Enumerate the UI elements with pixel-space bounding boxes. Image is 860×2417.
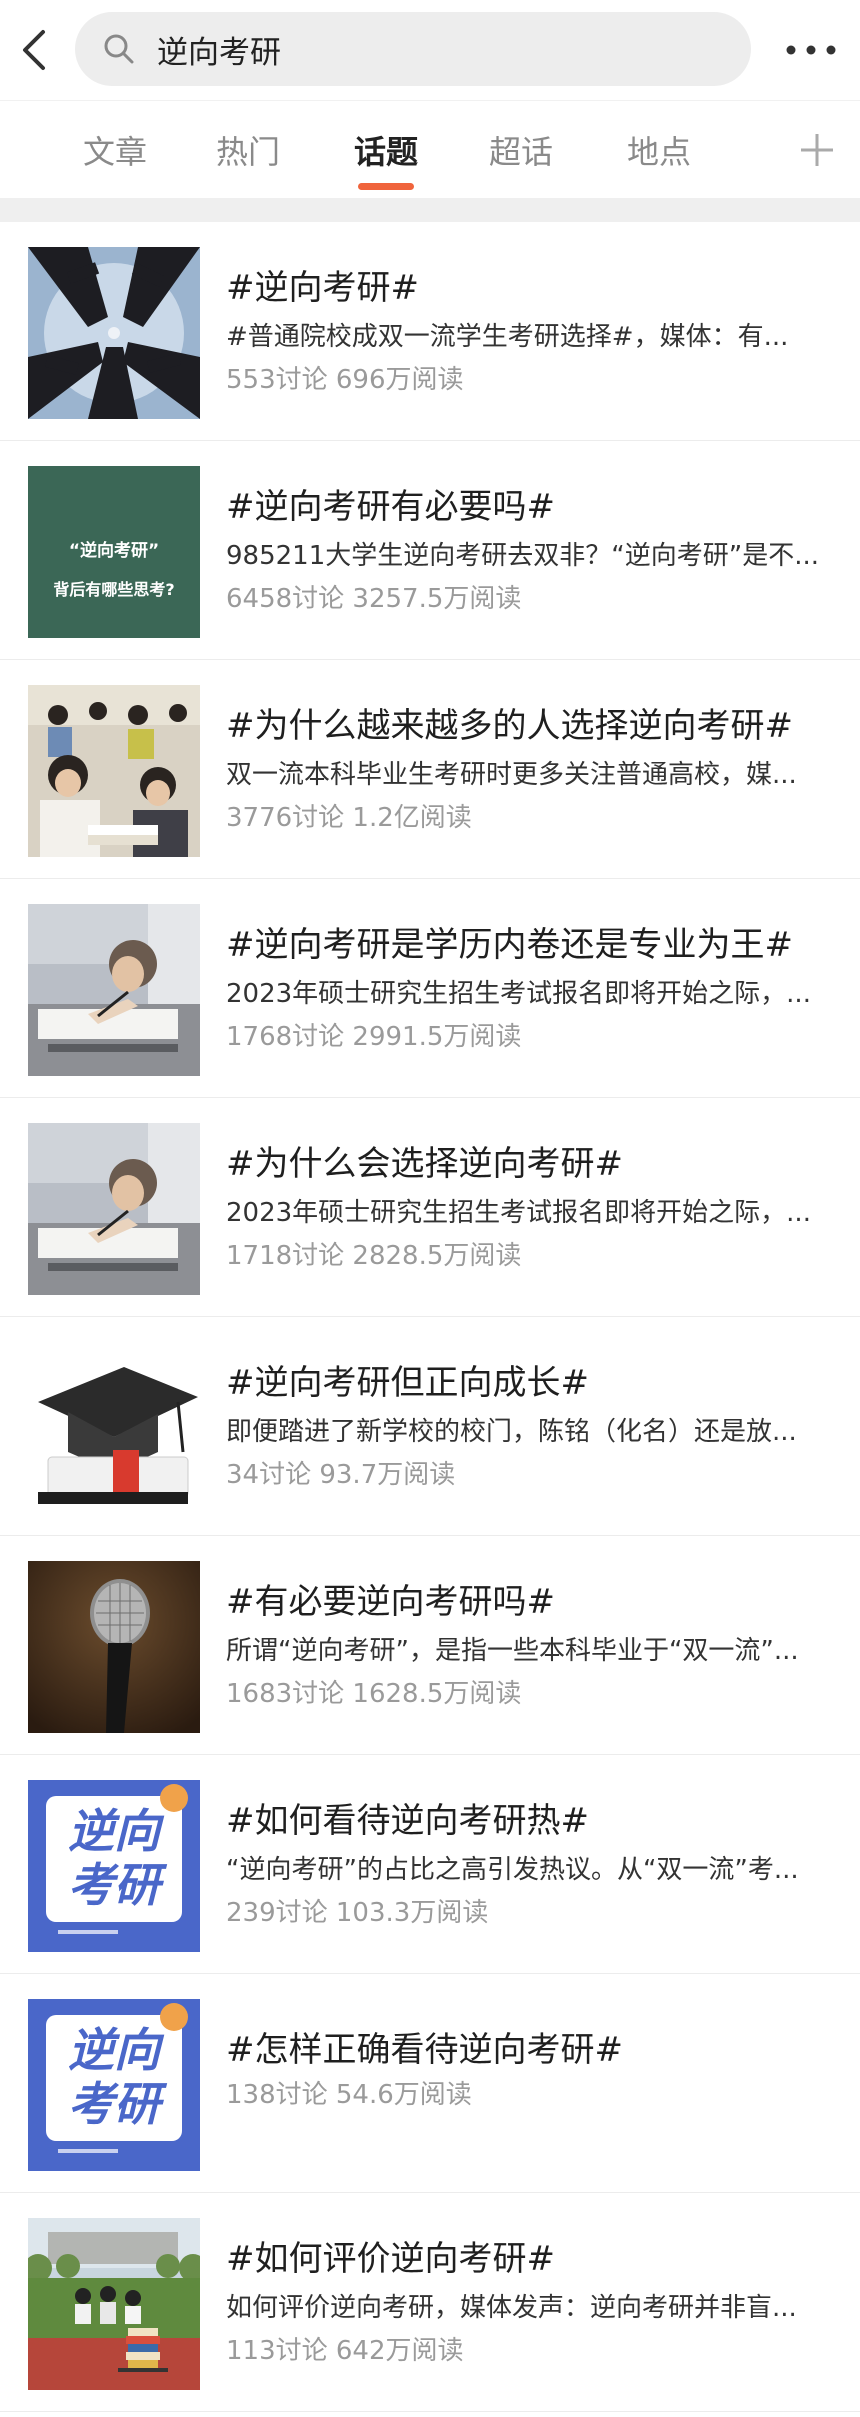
- back-arrow-icon: [23, 30, 45, 70]
- topic-thumbnail: [28, 904, 200, 1076]
- topic-description: 985211大学生逆向考研去双非？“逆向考研”是不...: [226, 541, 819, 571]
- topic-thumbnail: “逆向考研” 背后有哪些思考?: [28, 466, 200, 638]
- top-bar: 逆向考研: [0, 0, 860, 100]
- topic-title: #如何评价逆向考研#: [226, 2239, 555, 2279]
- topic-description: 2023年硕士研究生招生考试报名即将开始之际，...: [226, 1198, 811, 1228]
- topic-row[interactable]: #逆向考研是学历内卷还是专业为王# 2023年硕士研究生招生考试报名即将开始之际…: [0, 879, 860, 1098]
- section-divider: [0, 198, 860, 222]
- search-query: 逆向考研: [157, 34, 281, 71]
- topic-row[interactable]: #逆向考研# #普通院校成双一流学生考研选择#，媒体：有... 553讨论 69…: [0, 222, 860, 441]
- more-button[interactable]: [776, 22, 846, 78]
- topic-description: 2023年硕士研究生招生考试报名即将开始之际，...: [226, 979, 811, 1009]
- topic-description: 即便踏进了新学校的校门，陈铭（化名）还是放...: [226, 1417, 797, 1447]
- topic-stats: 1718讨论 2828.5万阅读: [226, 1241, 522, 1271]
- topic-list: #逆向考研# #普通院校成双一流学生考研选择#，媒体：有... 553讨论 69…: [0, 222, 860, 2412]
- topic-stats: 1768讨论 2991.5万阅读: [226, 1022, 522, 1052]
- topic-title: #逆向考研但正向成长#: [226, 1363, 589, 1403]
- search-icon: [99, 29, 139, 69]
- back-button[interactable]: [0, 0, 70, 100]
- topic-stats: 3776讨论 1.2亿阅读: [226, 803, 472, 833]
- topic-row[interactable]: 逆向 考研 #如何看待逆向考研热# “逆向考研”的占比之高引发热议。从“双一流”…: [0, 1755, 860, 1974]
- topic-row[interactable]: #为什么会选择逆向考研# 2023年硕士研究生招生考试报名即将开始之际，... …: [0, 1098, 860, 1317]
- topic-thumbnail: 逆向 考研: [28, 1780, 200, 1952]
- tab-articles[interactable]: 文章: [70, 101, 160, 199]
- search-input[interactable]: 逆向考研: [75, 12, 751, 86]
- topic-stats: 1683讨论 1628.5万阅读: [226, 1679, 522, 1709]
- topic-thumbnail: [28, 1123, 200, 1295]
- topic-title: #有必要逆向考研吗#: [226, 1582, 555, 1622]
- topic-row[interactable]: 逆向 考研 #怎样正确看待逆向考研# 138讨论 54.6万阅读: [0, 1974, 860, 2193]
- topic-stats: 34讨论 93.7万阅读: [226, 1460, 456, 1490]
- topic-description: #普通院校成双一流学生考研选择#，媒体：有...: [226, 322, 789, 352]
- thumbnail-logo-text: 逆向: [68, 1804, 160, 1858]
- topic-description: 所谓“逆向考研”，是指一些本科毕业于“双一流”...: [226, 1636, 799, 1666]
- tab-super-topics[interactable]: 超话: [476, 101, 566, 199]
- topic-description: “逆向考研”的占比之高引发热议。从“双一流”考...: [226, 1855, 799, 1885]
- tab-bar: 文章 热门 话题 超话 地点: [0, 100, 860, 198]
- topic-thumbnail: [28, 1342, 200, 1514]
- thumbnail-caption: 背后有哪些思考?: [53, 580, 175, 599]
- topic-stats: 553讨论 696万阅读: [226, 365, 464, 395]
- topic-stats: 138讨论 54.6万阅读: [226, 2080, 472, 2110]
- topic-thumbnail: [28, 247, 200, 419]
- tab-places[interactable]: 地点: [614, 101, 704, 199]
- tab-hot[interactable]: 热门: [203, 101, 293, 199]
- topic-description: 如何评价逆向考研，媒体发声：逆向考研并非盲...: [226, 2293, 797, 2323]
- topic-title: #如何看待逆向考研热#: [226, 1801, 589, 1841]
- topic-title: #逆向考研是学历内卷还是专业为王#: [226, 925, 793, 965]
- thumbnail-logo-text: 考研: [68, 1858, 160, 1912]
- topic-stats: 113讨论 642万阅读: [226, 2336, 464, 2366]
- topic-thumbnail: [28, 685, 200, 857]
- thumbnail-caption: “逆向考研”: [68, 541, 160, 561]
- thumbnail-logo-text: 逆向: [68, 2023, 160, 2077]
- topic-stats: 239讨论 103.3万阅读: [226, 1898, 489, 1928]
- topic-thumbnail: 逆向 考研: [28, 1999, 200, 2171]
- topic-row[interactable]: #如何评价逆向考研# 如何评价逆向考研，媒体发声：逆向考研并非盲... 113讨…: [0, 2193, 860, 2412]
- topic-title: #逆向考研#: [226, 268, 419, 308]
- topic-stats: 6458讨论 3257.5万阅读: [226, 584, 522, 614]
- more-dots-icon: [786, 45, 836, 55]
- topic-thumbnail: [28, 2218, 200, 2390]
- topic-title: #逆向考研有必要吗#: [226, 487, 555, 527]
- topic-row[interactable]: #逆向考研但正向成长# 即便踏进了新学校的校门，陈铭（化名）还是放... 34讨…: [0, 1317, 860, 1536]
- topic-row[interactable]: #为什么越来越多的人选择逆向考研# 双一流本科毕业生考研时更多关注普通高校，媒.…: [0, 660, 860, 879]
- topic-title: #怎样正确看待逆向考研#: [226, 2030, 623, 2070]
- topic-title: #为什么会选择逆向考研#: [226, 1144, 623, 1184]
- topic-thumbnail: [28, 1561, 200, 1733]
- topic-description: 双一流本科毕业生考研时更多关注普通高校，媒...: [226, 760, 797, 790]
- plus-icon: [801, 134, 833, 166]
- topic-title: #为什么越来越多的人选择逆向考研#: [226, 706, 793, 746]
- thumbnail-logo-text: 考研: [68, 2077, 160, 2131]
- add-tab-button[interactable]: [792, 125, 842, 175]
- topic-row[interactable]: #有必要逆向考研吗# 所谓“逆向考研”，是指一些本科毕业于“双一流”... 16…: [0, 1536, 860, 1755]
- topic-row[interactable]: “逆向考研” 背后有哪些思考? #逆向考研有必要吗# 985211大学生逆向考研…: [0, 441, 860, 660]
- active-tab-indicator: [358, 183, 414, 190]
